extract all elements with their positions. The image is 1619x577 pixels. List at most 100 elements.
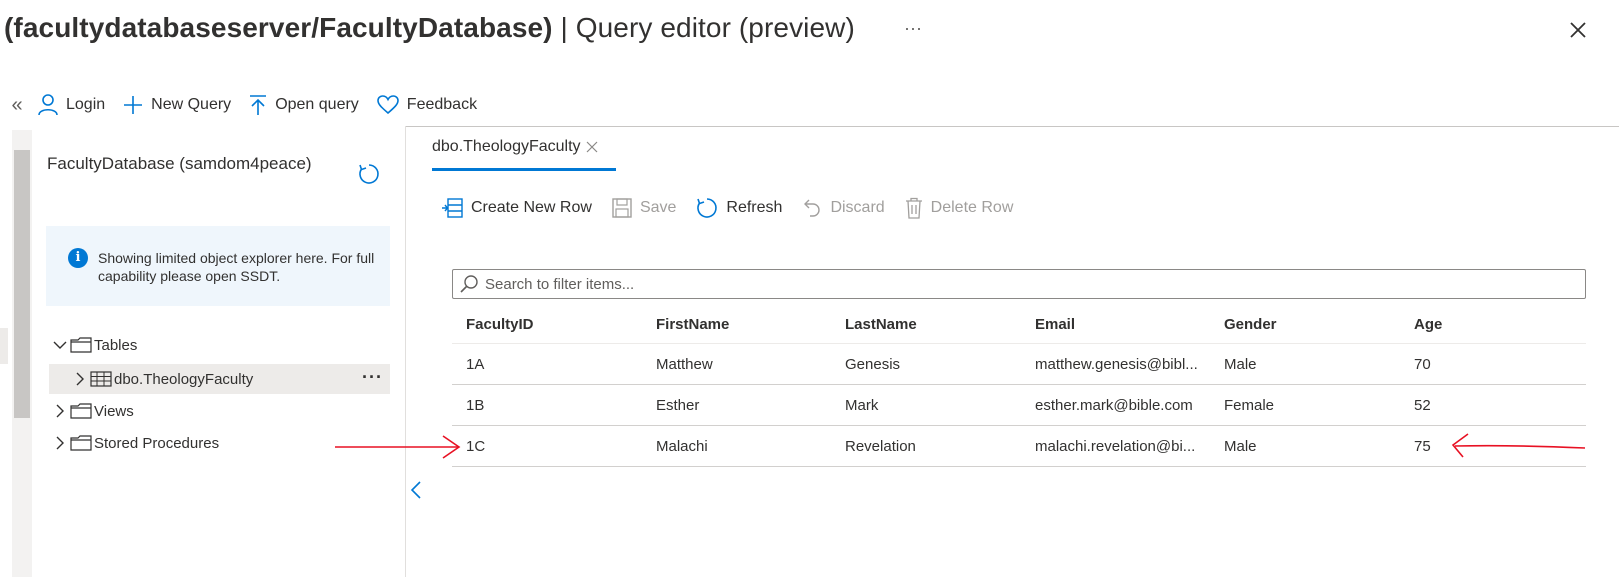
filter-search-input[interactable] <box>483 274 1567 294</box>
feedback-button[interactable]: Feedback <box>376 95 478 115</box>
folder-icon <box>70 403 92 419</box>
tab-theology-faculty[interactable]: dbo.TheologyFaculty <box>432 138 599 156</box>
open-query-button[interactable]: Open query <box>249 94 359 116</box>
heart-icon <box>376 95 399 115</box>
info-icon: i <box>68 248 88 268</box>
tab-active-indicator <box>432 168 616 171</box>
database-title: FacultyDatabase (samdom4peace) <box>47 154 312 173</box>
table-cell[interactable]: 75 <box>1400 438 1586 455</box>
chevron-right-icon <box>56 404 64 418</box>
table-row[interactable]: 1A Matthew Genesis matthew.genesis@bibl.… <box>452 344 1586 385</box>
column-header-email[interactable]: Email <box>1021 316 1210 333</box>
column-header-firstname[interactable]: FirstName <box>642 316 831 333</box>
tree-node-views[interactable]: Views <box>52 396 134 426</box>
folder-icon <box>70 337 92 353</box>
tree-node-tables[interactable]: Tables <box>52 330 137 360</box>
toolbar-divider <box>405 126 1619 127</box>
open-query-label: Open query <box>275 96 359 113</box>
close-tab-icon[interactable] <box>585 140 599 154</box>
login-label: Login <box>66 96 106 113</box>
search-icon <box>460 275 478 293</box>
create-new-row-button[interactable]: Create New Row <box>441 197 592 219</box>
feedback-label: Feedback <box>406 96 478 113</box>
column-header-gender[interactable]: Gender <box>1210 316 1400 333</box>
collapse-panel-button[interactable]: « <box>0 94 34 117</box>
results-grid: FacultyID FirstName LastName Email Gende… <box>452 305 1586 467</box>
tree-label-views: Views <box>94 402 134 420</box>
discard-label: Discard <box>830 199 885 216</box>
table-cell[interactable]: Genesis <box>831 356 1021 373</box>
trash-icon <box>905 197 922 219</box>
refresh-label: Refresh <box>726 199 783 216</box>
save-button[interactable]: Save <box>612 198 676 218</box>
chevron-right-icon <box>76 372 84 386</box>
column-header-age[interactable]: Age <box>1400 316 1586 333</box>
left-edge-marker <box>0 328 8 364</box>
table-row[interactable]: 1B Esther Mark esther.mark@bible.com Fem… <box>452 385 1586 426</box>
person-icon <box>38 94 58 116</box>
chevron-down-icon <box>53 341 67 349</box>
table-cell[interactable]: 1C <box>452 438 642 455</box>
tree-label-stored-procedures: Stored Procedures <box>94 434 220 452</box>
explorer-scrollbar-thumb[interactable] <box>14 150 30 418</box>
editor-actions: Create New Row Save Refresh Discard Dele… <box>441 197 1033 219</box>
page-title: (facultydatabaseserver/FacultyDatabase) … <box>4 12 855 44</box>
filter-search-box[interactable] <box>452 269 1586 299</box>
refresh-icon <box>359 164 379 184</box>
table-icon <box>90 371 112 387</box>
table-cell[interactable]: Mark <box>831 397 1021 414</box>
refresh-button[interactable]: Refresh <box>696 197 782 219</box>
chevron-right-icon <box>56 436 64 450</box>
page-title-rest: | Query editor (preview) <box>552 12 855 43</box>
table-cell[interactable]: Matthew <box>642 356 831 373</box>
table-cell[interactable]: 1A <box>452 356 642 373</box>
refresh-icon <box>697 198 718 218</box>
table-cell[interactable]: 70 <box>1400 356 1586 373</box>
more-options-button[interactable]: ··· <box>904 18 922 39</box>
save-label: Save <box>639 199 677 216</box>
table-cell[interactable]: Revelation <box>831 438 1021 455</box>
table-cell[interactable]: 1B <box>452 397 642 414</box>
chevron-left-icon <box>410 481 421 499</box>
table-cell[interactable]: Malachi <box>642 438 831 455</box>
add-row-icon <box>442 198 463 218</box>
new-query-label: New Query <box>151 96 232 113</box>
table-cell[interactable]: Male <box>1210 438 1400 455</box>
tree-node-stored-procedures[interactable]: Stored Procedures <box>52 428 219 458</box>
plus-icon <box>124 96 143 114</box>
login-button[interactable]: Login <box>38 94 105 116</box>
info-banner-text: Showing limited object explorer here. Fo… <box>98 250 375 284</box>
delete-row-label: Delete Row <box>930 199 1014 216</box>
table-cell[interactable]: Male <box>1210 356 1400 373</box>
table-cell[interactable]: Esther <box>642 397 831 414</box>
upload-icon <box>250 95 267 115</box>
table-cell[interactable]: 52 <box>1400 397 1586 414</box>
undo-icon <box>804 199 821 217</box>
table-cell[interactable]: malachi.revelation@bi... <box>1021 438 1210 455</box>
refresh-explorer-button[interactable] <box>358 163 380 190</box>
new-query-button[interactable]: New Query <box>123 95 231 115</box>
folder-icon <box>70 435 92 451</box>
tree-item-more-button[interactable]: ··· <box>362 367 383 388</box>
table-cell[interactable]: Female <box>1210 397 1400 414</box>
tree-label-tables: Tables <box>94 336 138 354</box>
tree-node-theology-faculty[interactable]: dbo.TheologyFaculty <box>72 364 253 394</box>
delete-row-button[interactable]: Delete Row <box>905 197 1014 219</box>
toolbar: « Login New Query Open query Feedback <box>0 88 495 122</box>
page-title-server: (facultydatabaseserver/FacultyDatabase) <box>4 12 553 43</box>
create-new-row-label: Create New Row <box>471 199 592 216</box>
table-row[interactable]: 1C Malachi Revelation malachi.revelation… <box>452 426 1586 467</box>
table-cell[interactable]: matthew.genesis@bibl... <box>1021 356 1210 373</box>
close-icon <box>1570 22 1586 38</box>
panel-splitter[interactable] <box>405 126 406 577</box>
save-icon <box>612 198 632 218</box>
column-header-lastname[interactable]: LastName <box>831 316 1021 333</box>
discard-button[interactable]: Discard <box>802 198 885 218</box>
column-header-facultyid[interactable]: FacultyID <box>452 316 642 333</box>
grid-header-row: FacultyID FirstName LastName Email Gende… <box>452 305 1586 344</box>
table-cell[interactable]: esther.mark@bible.com <box>1021 397 1210 414</box>
tree-label-theology-faculty: dbo.TheologyFaculty <box>114 370 254 388</box>
collapse-explorer-button[interactable] <box>409 480 423 505</box>
annotation-arrow-left <box>335 435 461 459</box>
close-button[interactable] <box>1566 18 1590 42</box>
